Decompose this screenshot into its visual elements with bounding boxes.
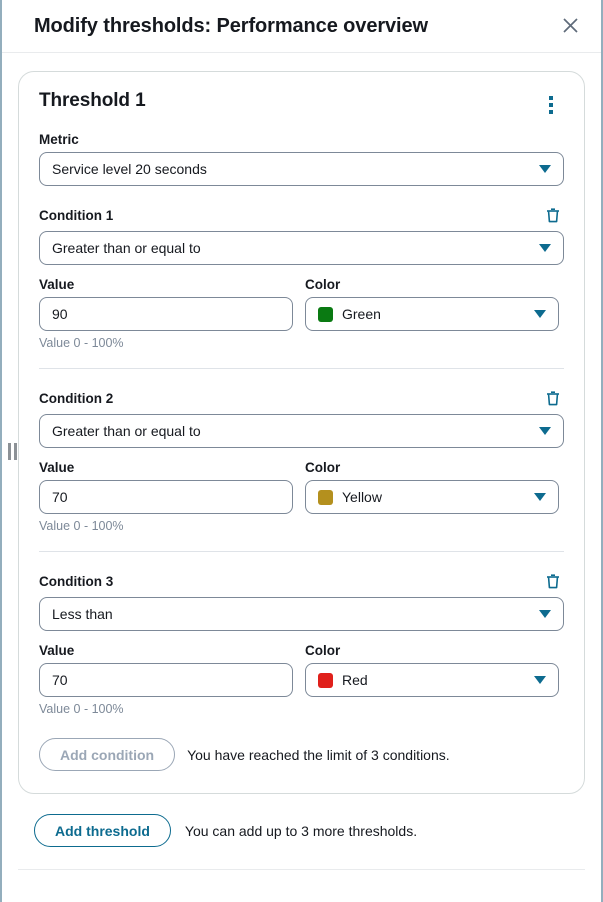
delete-condition-button[interactable]: [542, 204, 564, 226]
close-icon: [562, 17, 578, 33]
condition-value-color-row: Value Value 0 - 100% Color Green: [39, 277, 564, 350]
condition-label: Condition 3: [39, 573, 114, 589]
condition-operator-select[interactable]: Greater than or equal to: [39, 231, 564, 265]
condition-block: Condition 2 Greater than or equal to Val…: [39, 385, 564, 533]
threshold-card: Threshold 1 Metric Service level 20 seco…: [18, 71, 585, 794]
add-threshold-button[interactable]: Add threshold: [34, 814, 171, 847]
color-label: Color: [305, 460, 341, 475]
color-select[interactable]: Yellow: [305, 480, 559, 514]
value-hint: Value 0 - 100%: [39, 336, 124, 350]
panel-footer: Add threshold You can add up to 3 more t…: [2, 794, 601, 870]
chevron-down-icon: [534, 493, 546, 501]
value-label: Value: [39, 643, 75, 658]
threshold-menu-button[interactable]: [538, 92, 564, 118]
condition-block: Condition 3 Less than Value 70 Value 0 -…: [39, 568, 564, 716]
chevron-down-icon: [539, 427, 551, 435]
value-label: Value: [39, 460, 75, 475]
metric-field: Metric Service level 20 seconds: [39, 132, 564, 186]
add-threshold-row: Add threshold You can add up to 3 more t…: [18, 814, 585, 847]
condition-block: Condition 1 Greater than or equal to Val…: [39, 202, 564, 350]
page-title: Modify thresholds: Performance overview: [34, 14, 428, 37]
condition-value-field: Value Value 0 - 100%: [39, 643, 293, 716]
metric-select-value: Service level 20 seconds: [52, 161, 207, 177]
value-input[interactable]: [39, 663, 293, 697]
value-hint: Value 0 - 100%: [39, 519, 124, 533]
condition-value-color-row: Value Value 0 - 100% Color Yellow: [39, 460, 564, 533]
trash-icon: [547, 207, 559, 222]
close-button[interactable]: [553, 8, 587, 42]
condition-operator-select[interactable]: Less than: [39, 597, 564, 631]
chevron-down-icon: [539, 244, 551, 252]
condition-value-field: Value Value 0 - 100%: [39, 460, 293, 533]
delete-condition-button[interactable]: [542, 570, 564, 592]
chevron-down-icon: [539, 610, 551, 618]
condition-label: Condition 2: [39, 390, 114, 406]
condition-header: Condition 1: [39, 204, 564, 226]
color-swatch: [318, 672, 333, 688]
color-select[interactable]: Green: [305, 297, 559, 331]
threshold-card-header: Threshold 1: [39, 90, 564, 118]
modify-thresholds-panel: Modify thresholds: Performance overview …: [0, 0, 603, 902]
value-input[interactable]: [39, 480, 293, 514]
chevron-down-icon: [534, 310, 546, 318]
condition-value-color-row: Value Value 0 - 100% Color Red: [39, 643, 564, 716]
kebab-menu-icon: [549, 96, 553, 100]
trash-icon: [547, 573, 559, 588]
footer-divider: [18, 869, 585, 870]
color-label: Color: [305, 277, 341, 292]
add-condition-note: You have reached the limit of 3 conditio…: [187, 746, 450, 763]
condition-divider: [39, 368, 564, 369]
trash-icon: [547, 390, 559, 405]
condition-divider: [39, 551, 564, 552]
color-select-value: Green: [342, 306, 381, 322]
condition-header: Condition 2: [39, 387, 564, 409]
color-select[interactable]: Red: [305, 663, 559, 697]
condition-header: Condition 3: [39, 570, 564, 592]
condition-color-field: Color Yellow: [305, 460, 559, 533]
metric-select[interactable]: Service level 20 seconds: [39, 152, 564, 186]
metric-label: Metric: [39, 132, 79, 147]
condition-value-field: Value Value 0 - 100%: [39, 277, 293, 350]
value-hint: Value 0 - 100%: [39, 702, 124, 716]
threshold-title: Threshold 1: [39, 90, 146, 111]
color-select-value: Red: [342, 672, 368, 688]
condition-operator-value: Greater than or equal to: [52, 423, 201, 439]
condition-operator-value: Less than: [52, 606, 113, 622]
condition-operator-value: Greater than or equal to: [52, 240, 201, 256]
condition-label: Condition 1: [39, 207, 114, 223]
delete-condition-button[interactable]: [542, 387, 564, 409]
panel-body: Threshold 1 Metric Service level 20 seco…: [2, 53, 601, 794]
value-input[interactable]: [39, 297, 293, 331]
drag-handle-icon: [7, 442, 17, 460]
color-select-value: Yellow: [342, 489, 382, 505]
condition-color-field: Color Red: [305, 643, 559, 716]
color-swatch: [318, 489, 333, 505]
chevron-down-icon: [534, 676, 546, 684]
add-condition-button[interactable]: Add condition: [39, 738, 176, 771]
add-threshold-note: You can add up to 3 more thresholds.: [184, 822, 418, 839]
condition-operator-select[interactable]: Greater than or equal to: [39, 414, 564, 448]
chevron-down-icon: [539, 165, 551, 173]
panel-header: Modify thresholds: Performance overview: [2, 0, 601, 52]
add-condition-row: Add condition You have reached the limit…: [39, 738, 564, 771]
condition-color-field: Color Green: [305, 277, 559, 350]
color-swatch: [318, 306, 333, 322]
color-label: Color: [305, 643, 341, 658]
value-label: Value: [39, 277, 75, 292]
